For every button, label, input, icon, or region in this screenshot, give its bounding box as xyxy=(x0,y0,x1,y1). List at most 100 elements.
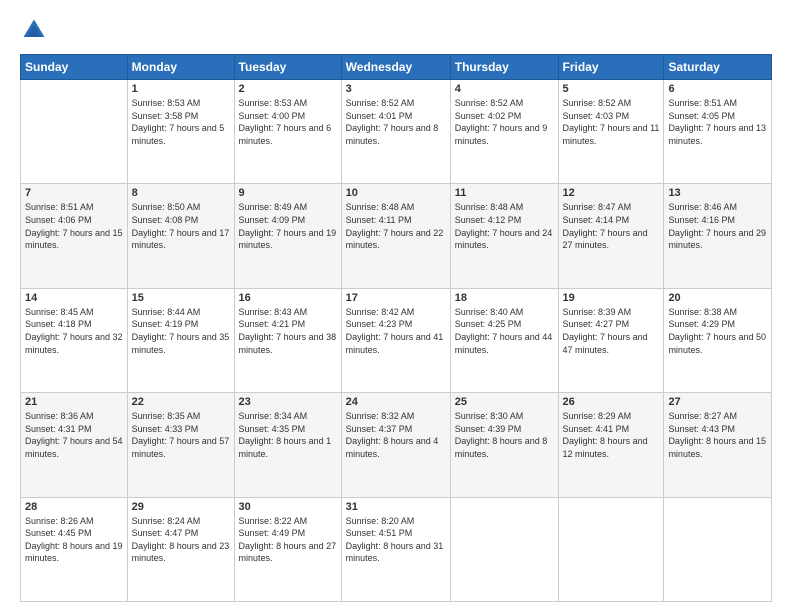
daylight: Daylight: 7 hours and 15 minutes. xyxy=(25,228,123,251)
calendar-cell: 27 Sunrise: 8:27 AM Sunset: 4:43 PM Dayl… xyxy=(664,393,772,497)
daylight: Daylight: 8 hours and 12 minutes. xyxy=(563,436,648,459)
day-info: Sunrise: 8:34 AM Sunset: 4:35 PM Dayligh… xyxy=(239,410,337,460)
daylight: Daylight: 8 hours and 8 minutes. xyxy=(455,436,548,459)
sunrise: Sunrise: 8:34 AM xyxy=(239,411,308,421)
calendar-cell: 21 Sunrise: 8:36 AM Sunset: 4:31 PM Dayl… xyxy=(21,393,128,497)
sunrise: Sunrise: 8:39 AM xyxy=(563,307,632,317)
day-number: 8 xyxy=(132,187,230,199)
sunrise: Sunrise: 8:51 AM xyxy=(25,202,94,212)
calendar-cell: 11 Sunrise: 8:48 AM Sunset: 4:12 PM Dayl… xyxy=(450,184,558,288)
day-info: Sunrise: 8:20 AM Sunset: 4:51 PM Dayligh… xyxy=(346,515,446,565)
sunset: Sunset: 4:08 PM xyxy=(132,215,199,225)
day-info: Sunrise: 8:47 AM Sunset: 4:14 PM Dayligh… xyxy=(563,201,660,251)
col-saturday: Saturday xyxy=(664,55,772,80)
sunrise: Sunrise: 8:38 AM xyxy=(668,307,737,317)
calendar-cell: 3 Sunrise: 8:52 AM Sunset: 4:01 PM Dayli… xyxy=(341,80,450,184)
day-info: Sunrise: 8:44 AM Sunset: 4:19 PM Dayligh… xyxy=(132,306,230,356)
calendar-cell xyxy=(664,497,772,601)
calendar-cell: 16 Sunrise: 8:43 AM Sunset: 4:21 PM Dayl… xyxy=(234,288,341,392)
calendar-cell: 6 Sunrise: 8:51 AM Sunset: 4:05 PM Dayli… xyxy=(664,80,772,184)
sunset: Sunset: 4:49 PM xyxy=(239,528,306,538)
sunset: Sunset: 4:51 PM xyxy=(346,528,413,538)
day-number: 5 xyxy=(563,83,660,95)
day-info: Sunrise: 8:50 AM Sunset: 4:08 PM Dayligh… xyxy=(132,201,230,251)
sunset: Sunset: 3:58 PM xyxy=(132,111,199,121)
day-number: 15 xyxy=(132,292,230,304)
daylight: Daylight: 7 hours and 29 minutes. xyxy=(668,228,766,251)
day-info: Sunrise: 8:24 AM Sunset: 4:47 PM Dayligh… xyxy=(132,515,230,565)
col-tuesday: Tuesday xyxy=(234,55,341,80)
calendar-cell: 23 Sunrise: 8:34 AM Sunset: 4:35 PM Dayl… xyxy=(234,393,341,497)
day-info: Sunrise: 8:27 AM Sunset: 4:43 PM Dayligh… xyxy=(668,410,767,460)
sunset: Sunset: 4:14 PM xyxy=(563,215,630,225)
calendar-cell: 10 Sunrise: 8:48 AM Sunset: 4:11 PM Dayl… xyxy=(341,184,450,288)
calendar-week-row: 28 Sunrise: 8:26 AM Sunset: 4:45 PM Dayl… xyxy=(21,497,772,601)
daylight: Daylight: 7 hours and 13 minutes. xyxy=(668,123,766,146)
calendar-cell: 26 Sunrise: 8:29 AM Sunset: 4:41 PM Dayl… xyxy=(558,393,664,497)
day-info: Sunrise: 8:35 AM Sunset: 4:33 PM Dayligh… xyxy=(132,410,230,460)
calendar-cell: 28 Sunrise: 8:26 AM Sunset: 4:45 PM Dayl… xyxy=(21,497,128,601)
day-number: 24 xyxy=(346,396,446,408)
sunset: Sunset: 4:35 PM xyxy=(239,424,306,434)
col-wednesday: Wednesday xyxy=(341,55,450,80)
sunset: Sunset: 4:25 PM xyxy=(455,319,522,329)
sunrise: Sunrise: 8:22 AM xyxy=(239,516,308,526)
day-number: 20 xyxy=(668,292,767,304)
day-info: Sunrise: 8:26 AM Sunset: 4:45 PM Dayligh… xyxy=(25,515,123,565)
sunrise: Sunrise: 8:52 AM xyxy=(455,98,524,108)
sunset: Sunset: 4:45 PM xyxy=(25,528,92,538)
daylight: Daylight: 7 hours and 38 minutes. xyxy=(239,332,337,355)
day-number: 6 xyxy=(668,83,767,95)
daylight: Daylight: 8 hours and 19 minutes. xyxy=(25,541,123,564)
day-info: Sunrise: 8:51 AM Sunset: 4:06 PM Dayligh… xyxy=(25,201,123,251)
sunrise: Sunrise: 8:40 AM xyxy=(455,307,524,317)
sunset: Sunset: 4:05 PM xyxy=(668,111,735,121)
day-info: Sunrise: 8:52 AM Sunset: 4:02 PM Dayligh… xyxy=(455,97,554,147)
sunrise: Sunrise: 8:48 AM xyxy=(455,202,524,212)
calendar-cell: 12 Sunrise: 8:47 AM Sunset: 4:14 PM Dayl… xyxy=(558,184,664,288)
daylight: Daylight: 7 hours and 22 minutes. xyxy=(346,228,444,251)
daylight: Daylight: 7 hours and 6 minutes. xyxy=(239,123,332,146)
sunset: Sunset: 4:27 PM xyxy=(563,319,630,329)
logo xyxy=(20,16,52,44)
day-number: 19 xyxy=(563,292,660,304)
sunset: Sunset: 4:39 PM xyxy=(455,424,522,434)
calendar-cell: 1 Sunrise: 8:53 AM Sunset: 3:58 PM Dayli… xyxy=(127,80,234,184)
day-info: Sunrise: 8:42 AM Sunset: 4:23 PM Dayligh… xyxy=(346,306,446,356)
day-number: 3 xyxy=(346,83,446,95)
calendar-cell xyxy=(21,80,128,184)
calendar-cell: 22 Sunrise: 8:35 AM Sunset: 4:33 PM Dayl… xyxy=(127,393,234,497)
col-thursday: Thursday xyxy=(450,55,558,80)
calendar-cell xyxy=(450,497,558,601)
calendar-week-row: 7 Sunrise: 8:51 AM Sunset: 4:06 PM Dayli… xyxy=(21,184,772,288)
daylight: Daylight: 7 hours and 54 minutes. xyxy=(25,436,123,459)
day-info: Sunrise: 8:29 AM Sunset: 4:41 PM Dayligh… xyxy=(563,410,660,460)
sunrise: Sunrise: 8:45 AM xyxy=(25,307,94,317)
sunrise: Sunrise: 8:51 AM xyxy=(668,98,737,108)
daylight: Daylight: 8 hours and 4 minutes. xyxy=(346,436,439,459)
calendar-week-row: 21 Sunrise: 8:36 AM Sunset: 4:31 PM Dayl… xyxy=(21,393,772,497)
calendar-week-row: 1 Sunrise: 8:53 AM Sunset: 3:58 PM Dayli… xyxy=(21,80,772,184)
sunrise: Sunrise: 8:53 AM xyxy=(239,98,308,108)
sunrise: Sunrise: 8:42 AM xyxy=(346,307,415,317)
sunset: Sunset: 4:23 PM xyxy=(346,319,413,329)
day-info: Sunrise: 8:46 AM Sunset: 4:16 PM Dayligh… xyxy=(668,201,767,251)
daylight: Daylight: 8 hours and 31 minutes. xyxy=(346,541,444,564)
day-info: Sunrise: 8:36 AM Sunset: 4:31 PM Dayligh… xyxy=(25,410,123,460)
sunrise: Sunrise: 8:52 AM xyxy=(563,98,632,108)
sunset: Sunset: 4:21 PM xyxy=(239,319,306,329)
sunset: Sunset: 4:09 PM xyxy=(239,215,306,225)
day-info: Sunrise: 8:32 AM Sunset: 4:37 PM Dayligh… xyxy=(346,410,446,460)
day-number: 7 xyxy=(25,187,123,199)
day-number: 1 xyxy=(132,83,230,95)
day-number: 21 xyxy=(25,396,123,408)
sunrise: Sunrise: 8:24 AM xyxy=(132,516,201,526)
day-info: Sunrise: 8:53 AM Sunset: 3:58 PM Dayligh… xyxy=(132,97,230,147)
sunset: Sunset: 4:12 PM xyxy=(455,215,522,225)
day-info: Sunrise: 8:53 AM Sunset: 4:00 PM Dayligh… xyxy=(239,97,337,147)
calendar-cell: 14 Sunrise: 8:45 AM Sunset: 4:18 PM Dayl… xyxy=(21,288,128,392)
day-number: 11 xyxy=(455,187,554,199)
calendar-cell: 15 Sunrise: 8:44 AM Sunset: 4:19 PM Dayl… xyxy=(127,288,234,392)
sunset: Sunset: 4:43 PM xyxy=(668,424,735,434)
day-number: 26 xyxy=(563,396,660,408)
